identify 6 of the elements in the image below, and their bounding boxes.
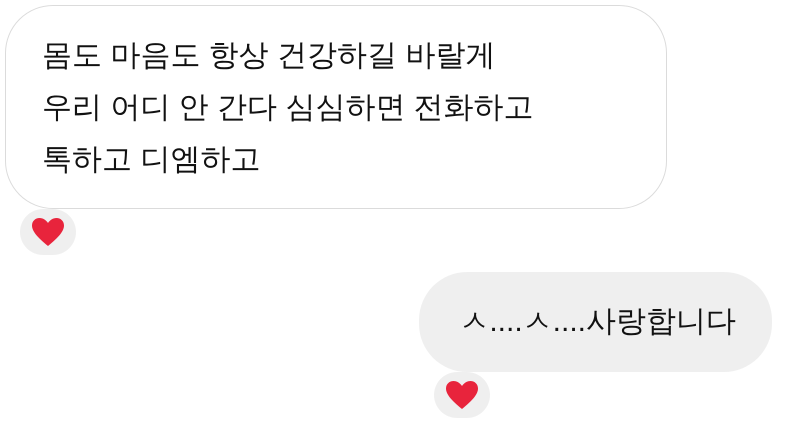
reaction-badge[interactable] bbox=[434, 372, 490, 418]
heart-icon bbox=[31, 217, 65, 247]
heart-icon bbox=[445, 380, 480, 410]
message-text: ㅅ....ㅅ....사랑합니다 bbox=[459, 304, 736, 340]
message-text: 몸도 마음도 항상 건강하길 바랄게 우리 어디 안 간다 심심하면 전화하고 톡하고 디엠하고 bbox=[42, 38, 535, 178]
reaction-badge[interactable] bbox=[20, 209, 76, 255]
